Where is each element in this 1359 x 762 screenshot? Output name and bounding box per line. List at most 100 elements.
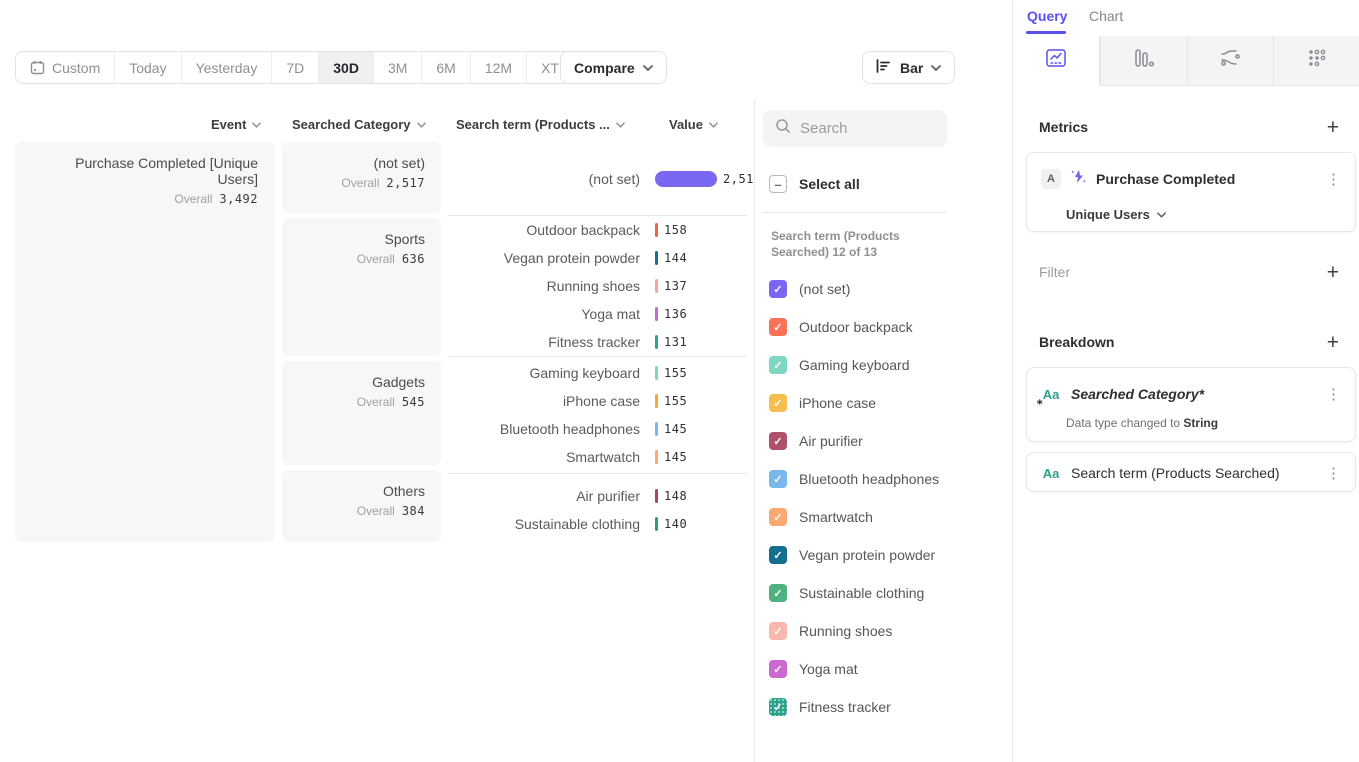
tab-funnels[interactable] — [1100, 36, 1187, 86]
select-all-checkbox[interactable]: – — [769, 175, 787, 193]
column-header-searched-category[interactable]: Searched Category — [292, 117, 426, 132]
checkbox-checked[interactable]: ✓ — [769, 394, 787, 412]
list-item[interactable]: ✓iPhone case — [769, 384, 999, 422]
tab-flows[interactable] — [1187, 36, 1274, 86]
list-item[interactable]: ✓Bluetooth headphones — [769, 460, 999, 498]
table-row: Fitness tracker131 — [449, 328, 747, 356]
group-gadgets: Gaming keyboard155 iPhone case155 Blueto… — [449, 357, 747, 473]
list-item[interactable]: ✓(not set) — [769, 270, 999, 308]
checkbox-checked[interactable]: ✓ — [769, 546, 787, 564]
bar-segment — [655, 223, 658, 237]
date-range-picker: Custom Today Yesterday 7D 30D 3M 6M 12M … — [15, 51, 601, 84]
list-item[interactable]: ✓Fitness tracker — [769, 688, 999, 726]
category-block-sports: Sports Overall636 — [282, 218, 441, 356]
column-header-event[interactable]: Event — [211, 117, 261, 132]
metrics-section-header: Metrics — [1039, 119, 1088, 135]
list-item[interactable]: ✓Gaming keyboard — [769, 346, 999, 384]
table-row: Running shoes137 — [449, 272, 747, 300]
metric-event-name: Purchase Completed — [1096, 171, 1235, 187]
bar-segment — [655, 450, 658, 464]
analysis-type-tabs — [1013, 36, 1359, 86]
string-property-icon: Aa — [1041, 466, 1061, 481]
kebab-menu-icon[interactable]: ⋮ — [1326, 172, 1341, 187]
date-range-30d[interactable]: 30D — [319, 52, 374, 83]
breakdown-card-searched-category[interactable]: Aa⁎ Searched Category* ⋮ Data type chang… — [1026, 367, 1356, 442]
list-item[interactable]: ✓Vegan protein powder — [769, 536, 999, 574]
breakdown-section-header: Breakdown — [1039, 334, 1114, 350]
metric-unit-selector[interactable]: Unique Users — [1066, 207, 1355, 222]
calendar-icon — [30, 60, 45, 75]
table-row: iPhone case155 — [449, 387, 747, 415]
date-range-custom[interactable]: Custom — [16, 52, 115, 83]
bar-segment — [655, 307, 658, 321]
date-range-yesterday[interactable]: Yesterday — [182, 52, 273, 83]
tab-query[interactable]: Query — [1027, 8, 1067, 24]
checkbox-checked[interactable]: ✓ — [769, 698, 787, 716]
kebab-menu-icon[interactable]: ⋮ — [1326, 466, 1341, 481]
kebab-menu-icon[interactable]: ⋮ — [1326, 387, 1341, 402]
add-metric-button[interactable]: + — [1327, 117, 1339, 138]
metric-card[interactable]: A Purchase Completed ⋮ Unique Users — [1026, 152, 1356, 232]
breakdown-card-search-term[interactable]: Aa Search term (Products Searched) ⋮ — [1026, 452, 1356, 492]
table-row: Outdoor backpack158 — [449, 216, 747, 244]
chevron-down-icon — [417, 122, 426, 128]
checkbox-checked[interactable]: ✓ — [769, 508, 787, 526]
date-range-6m[interactable]: 6M — [422, 52, 470, 83]
bar-segment — [655, 279, 658, 293]
list-item[interactable]: ✓Yoga mat — [769, 650, 999, 688]
bar-segment — [655, 517, 658, 531]
breakdown-property-name: Search term (Products Searched) — [1071, 465, 1280, 481]
bar-segment — [655, 171, 717, 187]
checkbox-checked[interactable]: ✓ — [769, 584, 787, 602]
event-title: Purchase Completed [Unique Users] — [31, 155, 258, 187]
bar-segment — [655, 422, 658, 436]
filter-section-header: Filter — [1039, 264, 1070, 280]
chevron-down-icon — [616, 122, 625, 128]
query-builder-sidebar: Query Chart — [1012, 0, 1359, 762]
checkbox-checked[interactable]: ✓ — [769, 660, 787, 678]
checkbox-checked[interactable]: ✓ — [769, 356, 787, 374]
date-range-today[interactable]: Today — [115, 52, 181, 83]
list-item[interactable]: ✓Smartwatch — [769, 498, 999, 536]
segment-checkbox-list: ✓(not set) ✓Outdoor backpack ✓Gaming key… — [769, 270, 999, 726]
list-item[interactable]: ✓Outdoor backpack — [769, 308, 999, 346]
search-input[interactable] — [800, 120, 930, 137]
event-overall-value: 3,492 — [219, 192, 258, 206]
table-row: (not set) 2,517 — [449, 142, 747, 215]
checkbox-checked[interactable]: ✓ — [769, 432, 787, 450]
column-header-search-term[interactable]: Search term (Products ... — [456, 117, 625, 132]
date-range-12m[interactable]: 12M — [471, 52, 527, 83]
search-icon — [775, 118, 791, 139]
category-block-not-set: (not set) Overall2,517 — [282, 142, 441, 213]
column-header-value[interactable]: Value — [669, 117, 718, 132]
checkbox-checked[interactable]: ✓ — [769, 280, 787, 298]
date-range-label: Custom — [52, 60, 100, 76]
insights-chart-icon — [1045, 48, 1067, 73]
custom-event-icon — [1071, 169, 1086, 189]
table-row: Yoga mat136 — [449, 300, 747, 328]
chevron-down-icon — [1157, 212, 1166, 218]
date-range-7d[interactable]: 7D — [272, 52, 319, 83]
search-term-rows: (not set) 2,517 Outdoor backpack158 Vega… — [449, 142, 747, 538]
chevron-down-icon — [709, 122, 718, 128]
checkbox-checked[interactable]: ✓ — [769, 470, 787, 488]
checkbox-checked[interactable]: ✓ — [769, 318, 787, 336]
category-block-others: Others Overall384 — [282, 470, 441, 542]
date-range-3m[interactable]: 3M — [374, 52, 422, 83]
compare-button[interactable]: Compare — [560, 51, 667, 84]
tab-chart[interactable]: Chart — [1089, 8, 1123, 24]
add-filter-button[interactable]: + — [1327, 262, 1339, 283]
list-item[interactable]: ✓Sustainable clothing — [769, 574, 999, 612]
tab-insights[interactable] — [1013, 36, 1100, 86]
chart-type-selector[interactable]: Bar — [862, 51, 955, 84]
flows-icon — [1219, 48, 1241, 73]
list-item[interactable]: ✓Air purifier — [769, 422, 999, 460]
tab-retention[interactable] — [1273, 36, 1359, 86]
select-all-row[interactable]: – Select all — [769, 175, 860, 193]
add-breakdown-button[interactable]: + — [1327, 332, 1339, 353]
list-item[interactable]: ✓Running shoes — [769, 612, 999, 650]
chevron-down-icon — [252, 122, 261, 128]
segment-filter-panel: – Select all Search term (Products Searc… — [754, 100, 1013, 762]
checkbox-checked[interactable]: ✓ — [769, 622, 787, 640]
bar-chart-icon — [876, 59, 892, 76]
